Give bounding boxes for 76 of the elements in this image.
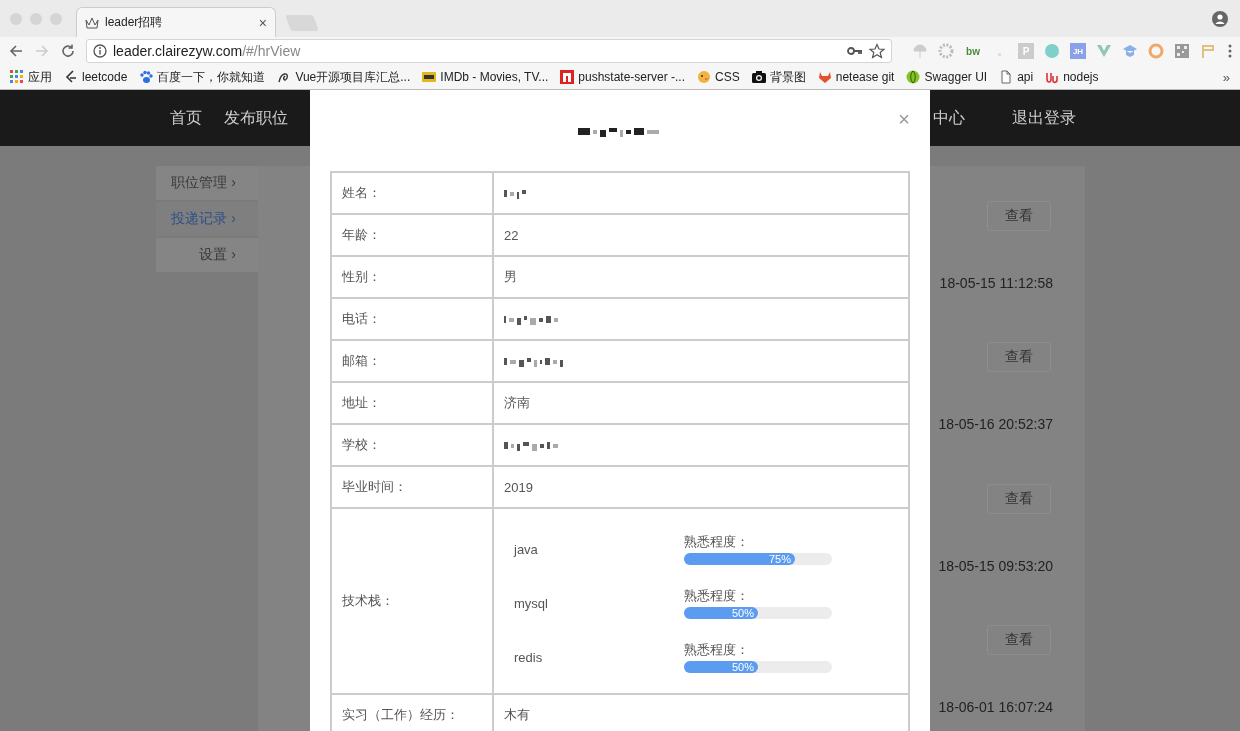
- field-label: 邮箱：: [331, 340, 493, 382]
- address-bar[interactable]: leader.clairezyw.com/#/hrView: [86, 39, 892, 63]
- close-tab-button[interactable]: ×: [258, 14, 267, 31]
- bookmark-link[interactable]: CSS: [715, 70, 740, 84]
- forward-icon[interactable]: [34, 43, 50, 59]
- skill-name: redis: [514, 649, 544, 665]
- record-time: 18-05-16 20:52:37: [938, 416, 1053, 433]
- record-time: 18-06-01 16:07:24: [938, 698, 1053, 715]
- bookmark-link[interactable]: Swagger UI: [924, 70, 988, 84]
- bookmark-link[interactable]: api: [1017, 70, 1034, 84]
- proficiency-label: 熟悉程度：: [684, 587, 750, 605]
- field-value: 22: [493, 214, 909, 256]
- progress-fill: 50%: [684, 661, 758, 673]
- bookmark-link[interactable]: 背景图: [769, 68, 806, 86]
- bookmark-link[interactable]: 百度一下，你就知道: [157, 68, 266, 86]
- file-icon: [999, 70, 1014, 84]
- camera-icon: [751, 70, 766, 84]
- nav-link[interactable]: 首页: [170, 107, 202, 129]
- bookmark-link[interactable]: 应用: [28, 68, 52, 86]
- globe-icon: [906, 70, 921, 84]
- parachute-icon[interactable]: [912, 43, 928, 59]
- key-icon[interactable]: [847, 46, 863, 56]
- flag-icon[interactable]: [1200, 43, 1216, 59]
- field-label: 年龄：: [331, 214, 493, 256]
- apps-grid-icon: [10, 70, 24, 84]
- record-time: 18-05-15 11:12:58: [939, 275, 1053, 291]
- fox-logo-icon: [817, 70, 832, 84]
- bookmark-link[interactable]: Vue开源项目库汇总...: [295, 68, 411, 86]
- record-time: 18-05-15 09:53:20: [938, 557, 1053, 574]
- menu-icon[interactable]: [1228, 44, 1232, 58]
- bookmark-link[interactable]: netease git: [835, 70, 895, 84]
- bookmark-link[interactable]: nodejs: [1063, 70, 1099, 84]
- progress-fill: 75%: [684, 553, 795, 565]
- circle-icon[interactable]: [1044, 43, 1060, 59]
- bookmark-link[interactable]: leetcode: [82, 70, 128, 84]
- graduation-cap-icon[interactable]: [1122, 43, 1138, 59]
- square-logo-icon: [560, 70, 575, 84]
- info-icon: [93, 44, 107, 58]
- nav-link[interactable]: 发布职位: [224, 107, 288, 129]
- bookmark-link[interactable]: pushstate-server -...: [578, 70, 686, 84]
- field-label: 实习（工作）经历：: [331, 694, 493, 731]
- field-label: 毕业时间：: [331, 466, 493, 508]
- more-bookmarks-button[interactable]: »: [1222, 69, 1230, 85]
- nav-link[interactable]: 中心: [933, 107, 965, 129]
- progress-fill: 50%: [684, 607, 758, 619]
- field-label: 技术栈：: [331, 508, 493, 694]
- profile-icon[interactable]: [1212, 10, 1228, 27]
- skill-name: java: [514, 541, 539, 557]
- star-icon[interactable]: [869, 43, 885, 59]
- field-label: 学校：: [331, 424, 493, 466]
- field-value: 2019: [493, 466, 909, 508]
- browser-tab[interactable]: leader招聘 ×: [76, 7, 276, 37]
- imdb-logo-icon: [422, 70, 437, 84]
- back-icon[interactable]: [8, 43, 24, 59]
- field-value: 男: [493, 256, 909, 298]
- crown-icon: [85, 16, 99, 29]
- v-shape-icon[interactable]: [1096, 43, 1112, 59]
- nav-link[interactable]: 退出登录: [1012, 107, 1076, 129]
- lifebuoy-icon[interactable]: [1148, 43, 1164, 59]
- field-label: 电话：: [331, 298, 493, 340]
- bird-icon: [697, 70, 712, 84]
- reload-icon[interactable]: [60, 43, 76, 59]
- proficiency-label: 熟悉程度：: [684, 641, 750, 659]
- field-label: 姓名：: [331, 172, 493, 214]
- qr-code-icon[interactable]: [1174, 43, 1190, 59]
- field-label: 性别：: [331, 256, 493, 298]
- node-logo-icon: [1045, 70, 1060, 84]
- skill-name: mysql: [514, 595, 549, 611]
- leetcode-logo-icon: [64, 70, 78, 84]
- field-value: 济南: [493, 382, 909, 424]
- extension-icon[interactable]: bw: [964, 43, 982, 59]
- field-label: 地址：: [331, 382, 493, 424]
- proficiency-label: 熟悉程度：: [684, 533, 750, 551]
- paw-icon: [139, 70, 154, 84]
- gear-icon[interactable]: [938, 43, 954, 59]
- bookmark-link[interactable]: IMDb - Movies, TV...: [440, 70, 549, 84]
